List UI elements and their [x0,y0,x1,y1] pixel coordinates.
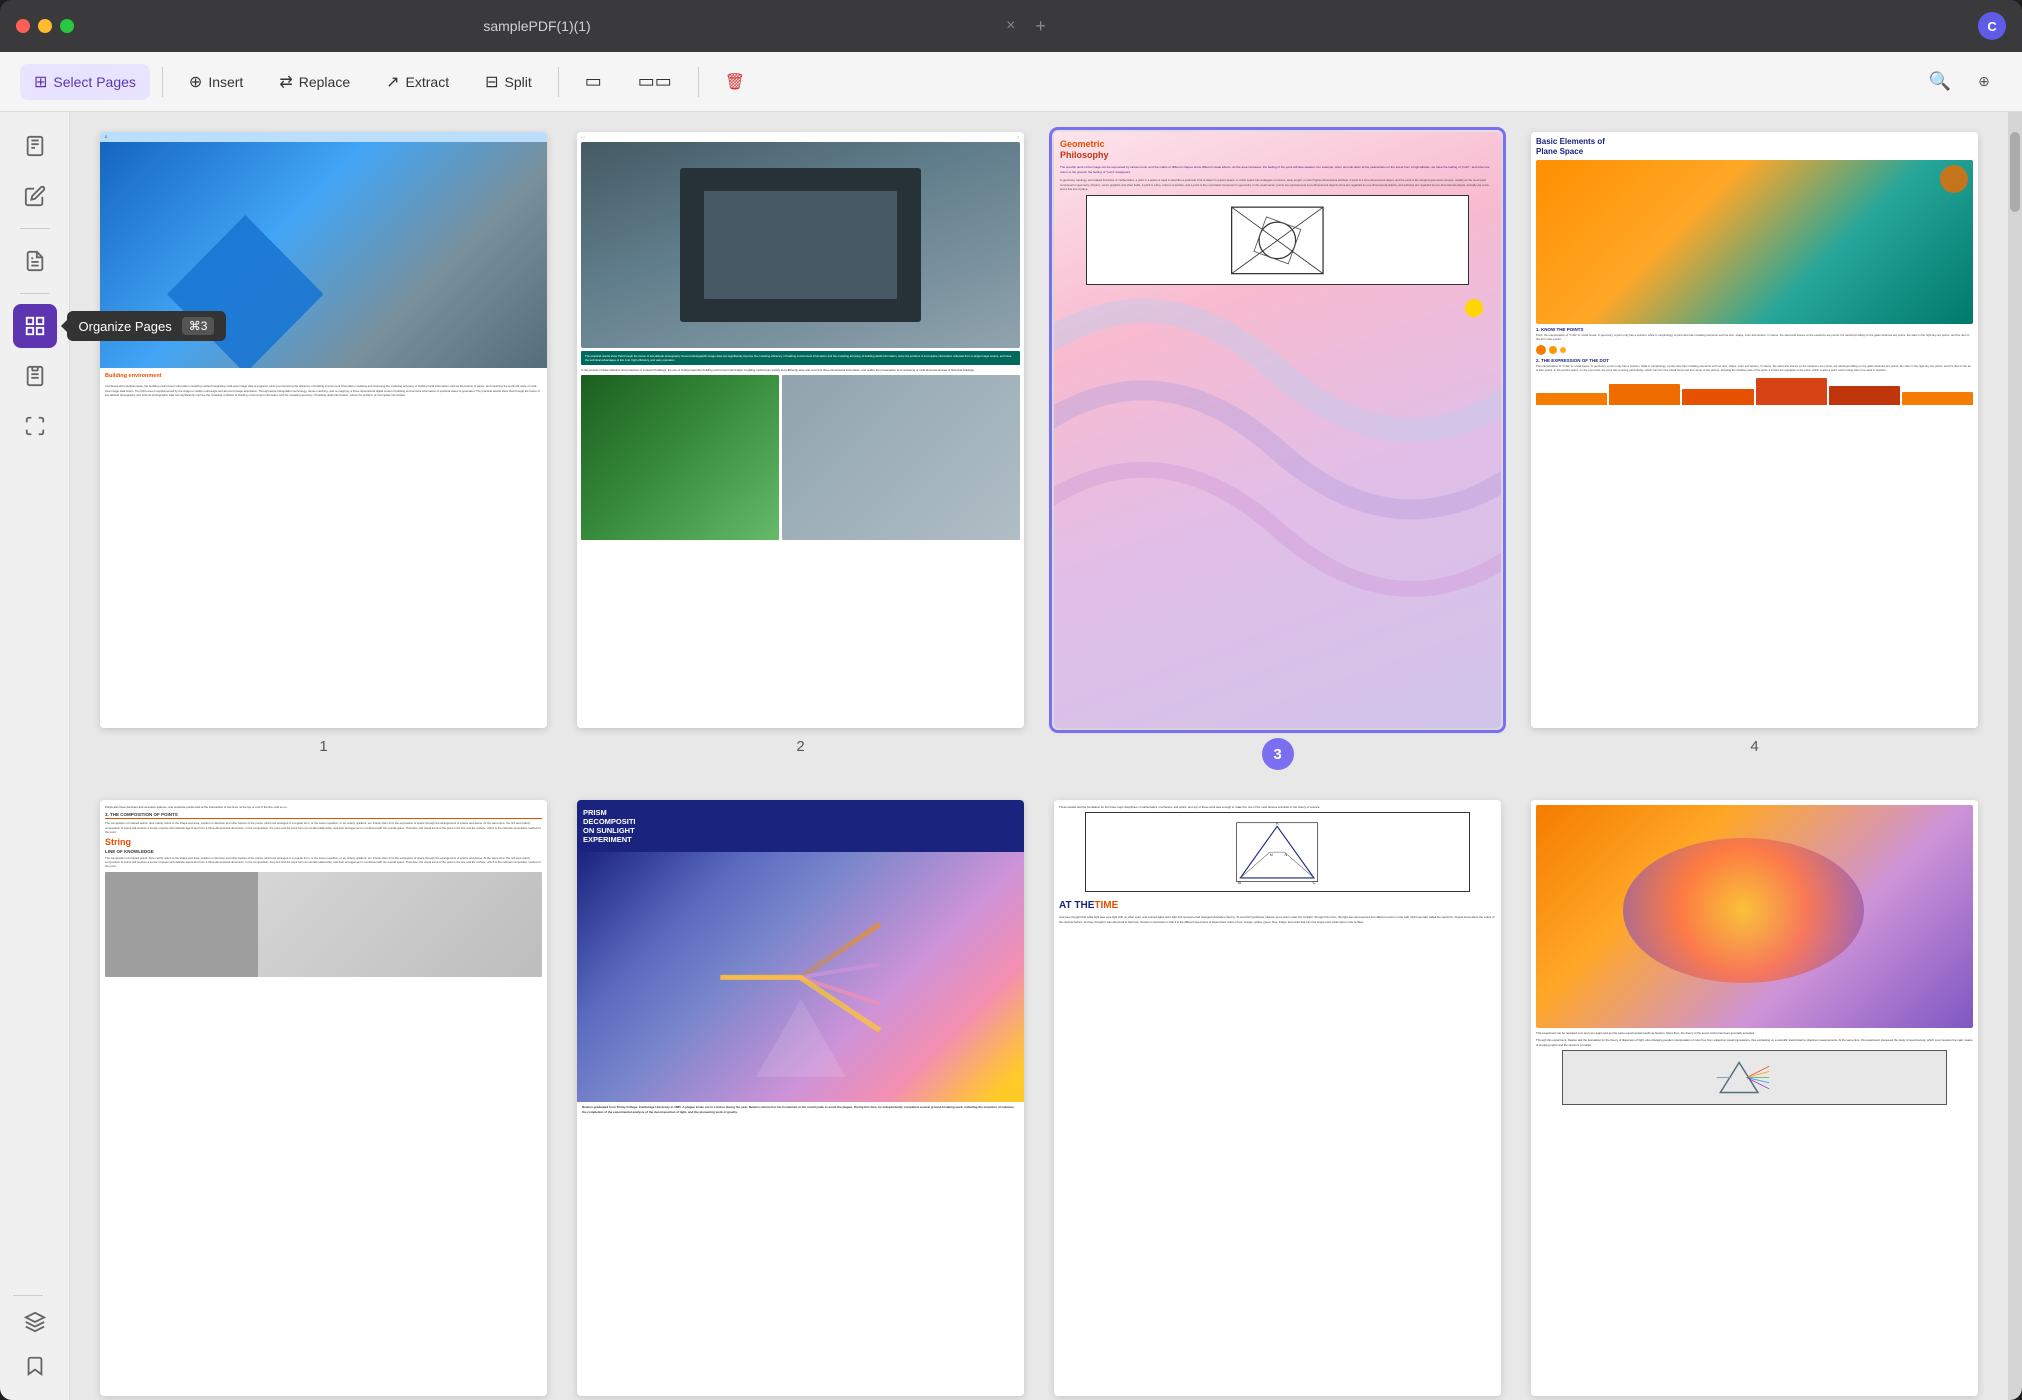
zoom-in-icon: ⊕ [1978,73,1990,90]
extract-label: Extract [406,74,450,90]
tooltip-shortcut: ⌘3 [182,317,215,335]
scrollbar[interactable] [2008,112,2022,1400]
main-layout: Organize Pages ⌘3 [0,112,2022,1400]
minimize-button[interactable] [38,19,52,33]
extract-button[interactable]: ↗ Extract [372,64,463,100]
insert-label: Insert [208,74,243,90]
sidebar-item-notes[interactable] [13,239,57,283]
page-thumb-6[interactable]: PRISMDECOMPOSITION SUNLIGHTEXPERIMENT [577,800,1024,1396]
page-thumb-4[interactable]: Basic Elements ofPlane Space 1. KNOW THE… [1531,132,1978,728]
page-number-2: 2 [796,738,804,755]
page-thumb-1[interactable]: 1 Building environment Combined with pra… [100,132,547,728]
svg-text:A: A [1276,821,1279,826]
replace-label: Replace [299,74,350,90]
zoom-out-button[interactable]: 🔍 [1922,64,1958,100]
insert-icon: ⊕ [189,72,202,92]
user-avatar: C [1978,12,2006,40]
zoom-in-button[interactable]: ⊕ [1966,64,2002,100]
toolbar: ⊞ Select Pages ⊕ Insert ⇄ Replace ↗ Extr… [0,52,2022,112]
page-thumb-7[interactable]: These studies laid the foundation for th… [1054,800,1501,1396]
two-page-button[interactable]: ▭▭ [624,63,686,100]
replace-button[interactable]: ⇄ Replace [265,64,364,100]
delete-button[interactable]: 🗑 [711,64,759,100]
left-sidebar: Organize Pages ⌘3 [0,112,70,1400]
content-area[interactable]: 1 Building environment Combined with pra… [70,112,2008,1400]
sidebar-item-edit[interactable] [13,174,57,218]
scrollbar-thumb[interactable] [2010,132,2020,212]
sidebar-item-layers[interactable] [13,1300,57,1344]
sidebar-item-clipboard[interactable] [13,354,57,398]
page-number-4: 4 [1750,738,1758,755]
sidebar-item-select[interactable] [13,404,57,448]
insert-button[interactable]: ⊕ Insert [175,64,257,100]
split-button[interactable]: ⊟ Split [471,64,546,100]
page-thumb-8[interactable]: This experiment can be repeated over and… [1531,800,1978,1396]
page-item-8: This experiment can be repeated over and… [1531,800,1978,1400]
page-item-1: 1 Building environment Combined with pra… [100,132,547,770]
title-bar: samplePDF(1)(1) × + C [0,0,2022,52]
tooltip-label: Organize Pages [79,319,172,334]
toolbar-divider-2 [558,67,559,97]
window-title: samplePDF(1)(1) [82,18,992,34]
sidebar-item-bookmark[interactable] [13,1344,57,1388]
maximize-button[interactable] [60,19,74,33]
page-thumb-5[interactable]: Points also have dominant and recessive … [100,800,547,1396]
sidebar-separator-2 [20,293,50,294]
two-page-icon: ▭▭ [638,71,672,92]
toolbar-divider-3 [698,67,699,97]
toolbar-divider-1 [162,67,163,97]
pages-grid: 1 Building environment Combined with pra… [100,132,1978,1400]
page-number-badge-3: 3 [1262,738,1294,770]
select-pages-button[interactable]: ⊞ Select Pages [20,64,150,100]
delete-icon: 🗑 [725,72,745,92]
sidebar-item-organize[interactable] [13,304,57,348]
sidebar-separator-3 [13,1295,43,1296]
single-page-button[interactable]: ▭ [571,63,616,100]
page-item-4: Basic Elements ofPlane Space 1. KNOW THE… [1531,132,1978,770]
tooltip-organize: Organize Pages ⌘3 [67,311,227,341]
split-label: Split [505,74,532,90]
single-page-icon: ▭ [585,71,602,92]
page-number-1: 1 [319,738,327,755]
svg-text:C: C [1313,880,1317,885]
page-item-7: These studies laid the foundation for th… [1054,800,1501,1400]
page-item-3: Geometric Philosophy The specific point … [1054,132,1501,770]
page-thumb-3[interactable]: Geometric Philosophy The specific point … [1054,132,1501,728]
page-item-2: 2 ▪ ▪ ▪ The practical resul [577,132,1024,770]
svg-text:B: B [1238,880,1241,885]
extract-icon: ↗ [386,72,399,92]
split-icon: ⊟ [485,72,498,92]
svg-text:M: M [1270,853,1273,857]
page-item-5: Points also have dominant and recessive … [100,800,547,1400]
tab-add-button[interactable]: + [1029,14,1052,39]
sidebar-item-organize-wrapper: Organize Pages ⌘3 [13,304,57,348]
page-thumb-2[interactable]: 2 ▪ ▪ ▪ The practical resul [577,132,1024,728]
replace-icon: ⇄ [279,72,292,92]
select-pages-label: Select Pages [53,74,136,90]
app-window: samplePDF(1)(1) × + C ⊞ Select Pages ⊕ I… [0,0,2022,1400]
sidebar-item-document[interactable] [13,124,57,168]
zoom-out-icon: 🔍 [1929,71,1951,92]
close-button[interactable] [16,19,30,33]
sidebar-bottom [13,1291,57,1388]
select-pages-icon: ⊞ [34,72,47,92]
tab-close-button[interactable]: × [1000,15,1021,37]
page-item-6: PRISMDECOMPOSITION SUNLIGHTEXPERIMENT [577,800,1024,1400]
sidebar-separator-1 [20,228,50,229]
